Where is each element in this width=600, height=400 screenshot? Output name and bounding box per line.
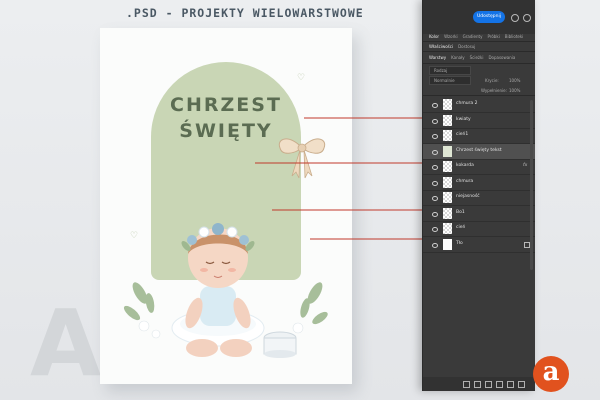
layer-name: Tło bbox=[456, 240, 463, 246]
layer-thumbnail bbox=[443, 223, 452, 234]
eye-icon[interactable] bbox=[432, 196, 438, 201]
tab-adjust[interactable]: Dostosuj bbox=[458, 44, 475, 49]
share-button[interactable]: Udostępnij bbox=[473, 11, 505, 23]
layer-row[interactable]: kokarda fx bbox=[423, 159, 535, 175]
search-icon[interactable] bbox=[511, 14, 519, 22]
tab-color[interactable]: Kolor bbox=[429, 34, 439, 39]
eye-icon[interactable] bbox=[432, 165, 438, 170]
properties-tabs: Właściwości Dostosuj bbox=[429, 44, 475, 49]
divider bbox=[423, 51, 535, 52]
layer-row[interactable]: Bo1 bbox=[423, 206, 535, 222]
settings-icon[interactable] bbox=[523, 14, 531, 22]
tab-libraries[interactable]: Biblioteki bbox=[505, 34, 524, 39]
new-layer-icon[interactable] bbox=[507, 381, 514, 388]
scrollbar[interactable] bbox=[530, 100, 533, 270]
eye-icon[interactable] bbox=[432, 149, 438, 155]
layer-row[interactable]: kwiaty bbox=[423, 113, 535, 129]
tab-patterns[interactable]: Wzorki bbox=[444, 34, 458, 39]
opacity-label: Krycie: bbox=[485, 78, 499, 83]
layer-row[interactable]: cień1 bbox=[423, 128, 535, 144]
tab-properties[interactable]: Właściwości bbox=[429, 44, 453, 49]
layer-thumbnail bbox=[443, 207, 452, 219]
layer-thumbnail bbox=[443, 99, 452, 110]
eye-icon[interactable] bbox=[432, 134, 438, 139]
eye-icon[interactable] bbox=[432, 103, 438, 108]
layer-row[interactable]: Chrzest święty tekst bbox=[423, 143, 535, 160]
panel-top-bar: Udostępnij bbox=[423, 0, 535, 34]
divider bbox=[423, 41, 535, 42]
color-tabs: Kolor Wzorki Gradienty Próbki Biblioteki bbox=[429, 34, 523, 39]
eye-icon[interactable] bbox=[432, 118, 438, 124]
link-layers-icon[interactable] bbox=[463, 381, 470, 388]
layers-tabs: Warstwy Kanały Ścieżki Dopasowania bbox=[429, 55, 515, 60]
layer-thumbnail bbox=[443, 114, 452, 126]
layer-thumbnail bbox=[443, 130, 452, 141]
fx-badge[interactable]: fx bbox=[523, 163, 527, 168]
layer-thumbnail bbox=[443, 192, 452, 203]
layer-name: Bo1 bbox=[456, 209, 465, 215]
layer-thumbnail bbox=[443, 145, 452, 157]
photoshop-layers-panel: Udostępnij Kolor Wzorki Gradienty Próbki… bbox=[422, 0, 535, 391]
blend-mode-value: Normalnie bbox=[434, 78, 455, 83]
layer-name: cień bbox=[456, 225, 466, 230]
panel-bottom-bar bbox=[423, 377, 535, 391]
fill-value[interactable]: 100% bbox=[509, 88, 520, 93]
layer-row[interactable]: chmura bbox=[423, 175, 535, 191]
divider bbox=[423, 63, 535, 64]
eye-icon[interactable] bbox=[432, 242, 438, 248]
tab-swatches[interactable]: Próbki bbox=[487, 34, 499, 39]
fill-label: Wypełnienie: bbox=[481, 88, 507, 93]
fx-icon[interactable] bbox=[474, 381, 481, 388]
eye-icon[interactable] bbox=[432, 227, 438, 232]
layer-name: chmura bbox=[456, 178, 474, 184]
divider bbox=[423, 95, 535, 96]
brand-logo: a bbox=[533, 356, 569, 392]
eye-icon[interactable] bbox=[432, 180, 438, 186]
tab-gradients[interactable]: Gradienty bbox=[463, 34, 483, 39]
logo-letter: a bbox=[542, 357, 560, 387]
tab-layers[interactable]: Warstwy bbox=[429, 55, 446, 60]
mask-icon[interactable] bbox=[485, 381, 492, 388]
layer-row[interactable]: Tło bbox=[423, 237, 535, 253]
trash-icon[interactable] bbox=[518, 381, 525, 388]
filter-label: Rodzaj bbox=[434, 68, 448, 73]
layer-name: niejasność bbox=[456, 194, 480, 199]
layer-thumbnail bbox=[443, 161, 452, 172]
layer-name: chmura 2 bbox=[456, 101, 478, 106]
layer-name: kokarda bbox=[456, 163, 474, 168]
tab-paths[interactable]: Ścieżki bbox=[470, 55, 484, 60]
layer-thumbnail bbox=[443, 238, 452, 250]
tab-adjustments[interactable]: Dopasowania bbox=[488, 55, 515, 60]
layer-filter-select[interactable]: Rodzaj bbox=[429, 66, 471, 75]
layer-name: cień1 bbox=[456, 132, 469, 137]
blend-mode-select[interactable]: Normalnie bbox=[429, 76, 471, 85]
layer-thumbnail bbox=[443, 176, 452, 188]
layer-name: kwiaty bbox=[456, 116, 471, 122]
eye-icon[interactable] bbox=[432, 211, 438, 217]
layer-row[interactable]: cień bbox=[423, 221, 535, 237]
layer-name: Chrzest święty tekst bbox=[456, 147, 502, 153]
adjustment-icon[interactable] bbox=[496, 381, 503, 388]
opacity-value[interactable]: 100% bbox=[509, 78, 520, 83]
layer-row[interactable]: chmura 2 bbox=[423, 97, 535, 113]
layer-row[interactable]: niejasność bbox=[423, 190, 535, 206]
tab-channels[interactable]: Kanały bbox=[451, 55, 465, 60]
